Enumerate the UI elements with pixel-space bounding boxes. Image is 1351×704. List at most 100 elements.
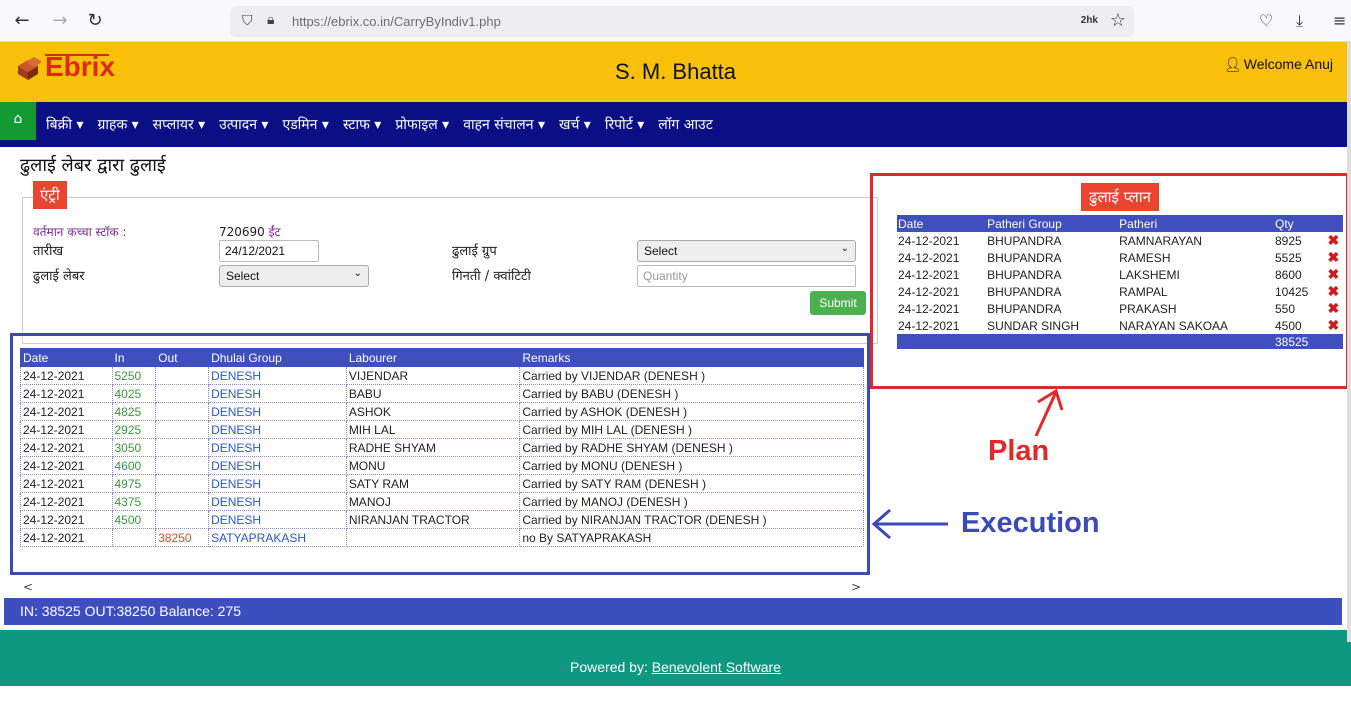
- column-header[interactable]: Date: [20, 348, 113, 367]
- table-cell: [897, 334, 987, 349]
- table-cell: 8925: [1274, 233, 1302, 248]
- group-select[interactable]: Select ⌄: [637, 240, 856, 262]
- table-cell: ASHOK: [345, 402, 521, 421]
- table-cell: Carried by MIH LAL (DENESH ): [519, 420, 864, 439]
- delete-icon[interactable]: ✖: [1324, 317, 1343, 334]
- menu-item[interactable]: सप्लायर ▾: [153, 115, 205, 134]
- table-row: 24-12-2021 4600 DENESH MONU Carried by MONU …: [20, 456, 864, 475]
- forward-arrow-icon[interactable]: →: [50, 11, 70, 31]
- bookmark-star-icon[interactable]: ☆: [1110, 10, 1126, 31]
- column-header[interactable]: In: [111, 348, 157, 367]
- menu-item[interactable]: उत्पादन ▾: [219, 115, 268, 134]
- table-cell: [155, 402, 210, 421]
- stock-value: 720690: [219, 225, 265, 239]
- reload-icon[interactable]: ↻: [85, 11, 105, 31]
- pocket-icon[interactable]: ♡: [1259, 11, 1273, 30]
- column-header: Patheri: [1118, 215, 1274, 232]
- main-menu: ⌂ बिक्री ▾ ग्राहक ▾ सप्लायर ▾ उत्पादन ▾ एडमि…: [0, 102, 1351, 147]
- column-header[interactable]: Remarks: [519, 348, 864, 367]
- delete-icon[interactable]: ✖: [1324, 232, 1343, 249]
- stock-unit: ईंट: [268, 225, 281, 239]
- column-header[interactable]: Dhulai Group: [208, 348, 347, 367]
- table-cell: Carried by RADHE SHYAM (DENESH ): [519, 438, 864, 457]
- table-cell[interactable]: SATYAPRAKASH: [208, 528, 347, 547]
- table-cell: 24-12-2021: [20, 384, 113, 403]
- submit-button[interactable]: Submit: [810, 291, 866, 315]
- download-icon[interactable]: ⤓: [1296, 11, 1303, 31]
- table-cell: RADHE SHYAM: [345, 438, 521, 457]
- menu-item[interactable]: स्टाफ ▾: [343, 115, 381, 134]
- delete-icon[interactable]: ✖: [1324, 266, 1343, 283]
- table-cell[interactable]: DENESH: [208, 438, 347, 457]
- menu-item[interactable]: वाहन संचालन ▾: [463, 115, 545, 134]
- back-arrow-icon[interactable]: ←: [12, 11, 32, 31]
- table-cell[interactable]: DENESH: [208, 474, 347, 493]
- delete-icon[interactable]: ✖: [1324, 249, 1343, 266]
- table-cell: 5250: [111, 366, 157, 385]
- horizontal-scrollbar[interactable]: < >: [20, 580, 864, 598]
- address-bar[interactable]: ⛉ 🔒︎ https://ebrix.co.in/CarryByIndiv1.p…: [230, 6, 1134, 37]
- balance-bar: IN: 38525 OUT:38250 Balance: 275: [4, 598, 1342, 625]
- menu-icon[interactable]: ≡: [1333, 11, 1346, 30]
- table-cell[interactable]: DENESH: [208, 510, 347, 529]
- menu-item[interactable]: खर्च ▾: [559, 115, 591, 134]
- menu-item[interactable]: एडमिन ▾: [282, 115, 328, 134]
- scroll-left-icon[interactable]: <: [23, 580, 33, 594]
- labour-label: ढुलाई लेबर: [33, 269, 85, 284]
- menu-item[interactable]: बिक्री ▾: [46, 115, 83, 134]
- home-icon[interactable]: ⌂: [0, 102, 36, 140]
- table-cell: 24-12-2021: [20, 420, 113, 439]
- quantity-field[interactable]: Quantity: [637, 265, 856, 287]
- table-cell: [1323, 334, 1343, 349]
- scroll-right-icon[interactable]: >: [851, 580, 861, 594]
- zoom-indicator[interactable]: 2hk: [1081, 15, 1098, 26]
- menu-item[interactable]: ग्राहक ▾: [97, 115, 138, 134]
- table-cell: [345, 528, 521, 547]
- vertical-scrollbar[interactable]: [1347, 42, 1351, 642]
- menu-item[interactable]: लॉग आउट: [658, 115, 713, 134]
- table-cell: BHUPANDRA: [987, 233, 1062, 248]
- table-cell: MIH LAL: [345, 420, 521, 439]
- table-cell: [155, 438, 210, 457]
- table-cell[interactable]: DENESH: [208, 384, 347, 403]
- table-cell[interactable]: DENESH: [208, 492, 347, 511]
- menu-item[interactable]: रिपोर्ट ▾: [605, 115, 644, 134]
- footer-link[interactable]: Benevolent Software: [652, 659, 781, 675]
- table-row: 24-12-2021 3050 DENESH RADHE SHYAM Carried b…: [20, 438, 864, 457]
- chevron-down-icon: ⌄: [840, 243, 849, 254]
- table-cell: 24-12-2021: [20, 474, 113, 493]
- plan-arrow-icon: [1034, 388, 1064, 437]
- table-cell: [155, 510, 210, 529]
- url-text[interactable]: https://ebrix.co.in/CarryByIndiv1.php: [292, 14, 501, 29]
- shield-icon[interactable]: ⛉: [242, 13, 253, 29]
- table-row: 24-12-2021 SUNDAR SINGH NARAYAN SAKOAA 4500…: [897, 317, 1343, 334]
- table-cell: VIJENDAR: [345, 366, 521, 385]
- table-cell[interactable]: DENESH: [208, 420, 347, 439]
- execution-annotation: Execution: [961, 507, 1100, 539]
- table-cell: BHUPANDRA: [987, 301, 1062, 316]
- labour-select[interactable]: Select ⌄: [219, 265, 369, 287]
- table-cell: 24-12-2021: [20, 456, 113, 475]
- table-cell: [155, 420, 210, 439]
- delete-icon[interactable]: ✖: [1324, 283, 1343, 300]
- table-cell[interactable]: DENESH: [208, 366, 347, 385]
- plan-total-row: 38525: [897, 334, 1343, 349]
- site-title: S. M. Bhatta: [614, 59, 737, 84]
- lock-icon[interactable]: 🔒︎: [267, 12, 274, 28]
- column-header[interactable]: Out: [155, 348, 210, 367]
- table-cell: 24-12-2021: [20, 402, 113, 421]
- table-row: 24-12-2021 BHUPANDRA LAKSHEMI 8600 ✖: [897, 266, 1343, 283]
- table-cell: 38250: [155, 528, 210, 547]
- table-cell: 4025: [111, 384, 157, 403]
- table-cell: Carried by MANOJ (DENESH ): [519, 492, 864, 511]
- welcome-text[interactable]: 👤︎ Welcome Anuj: [1224, 56, 1333, 73]
- date-field[interactable]: 24/12/2021: [219, 240, 319, 262]
- table-cell: PRAKASH: [1119, 301, 1177, 316]
- table-row: 24-12-2021 BHUPANDRA PRAKASH 550 ✖: [897, 300, 1343, 317]
- column-header[interactable]: Labourer: [345, 348, 521, 367]
- menu-item[interactable]: प्रोफाइल ▾: [395, 115, 449, 134]
- delete-icon[interactable]: ✖: [1324, 300, 1343, 317]
- stock-value-wrap: 720690 ईंट: [219, 223, 281, 240]
- table-cell[interactable]: DENESH: [208, 456, 347, 475]
- table-cell[interactable]: DENESH: [208, 402, 347, 421]
